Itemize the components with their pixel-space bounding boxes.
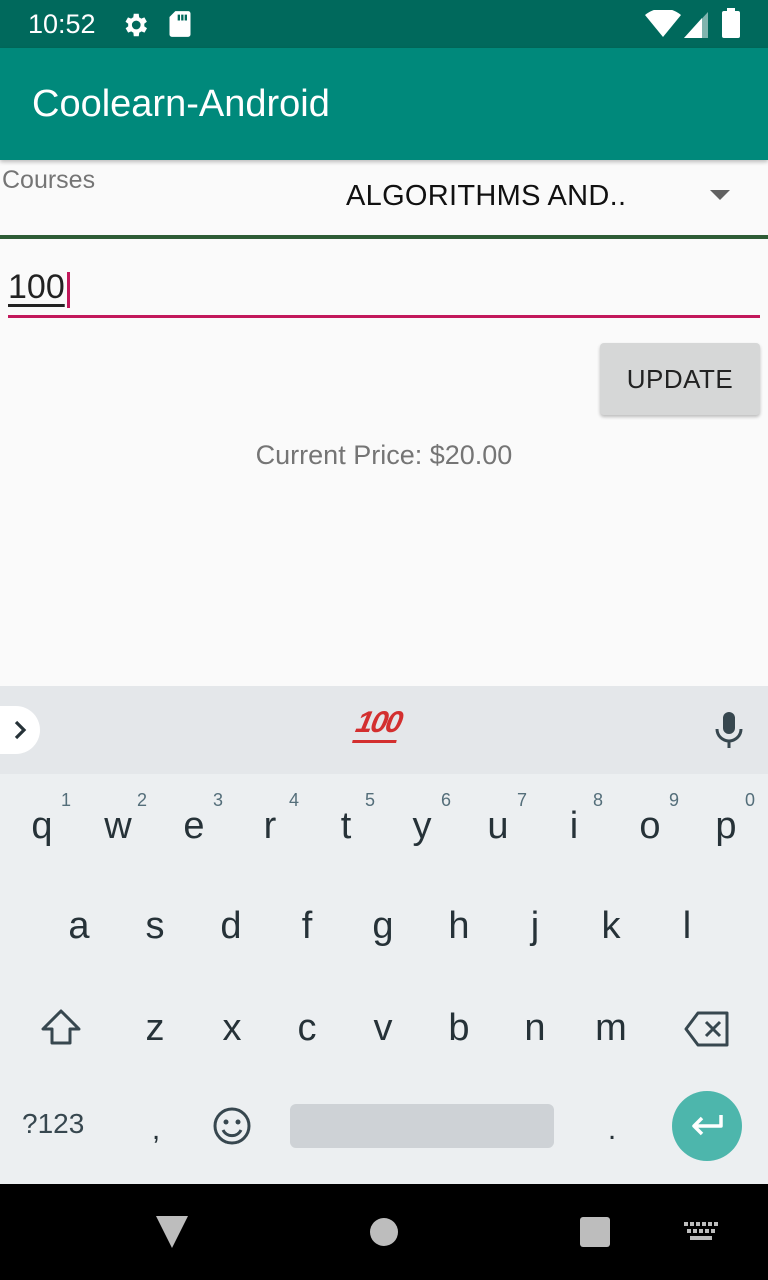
hundred-points-emoji-suggestion[interactable]: 100 — [352, 706, 404, 743]
key-hint-8: 8 — [592, 790, 603, 810]
microphone-icon[interactable] — [712, 710, 746, 750]
price-input[interactable]: 100 — [8, 258, 760, 318]
space-key[interactable] — [290, 1104, 554, 1148]
key-l[interactable]: l — [657, 902, 717, 950]
home-nav-icon[interactable] — [370, 1218, 398, 1246]
battery-icon — [722, 8, 740, 38]
key-z[interactable]: z — [125, 1004, 185, 1052]
key-k[interactable]: k — [581, 902, 641, 950]
current-price-text: Current Price: $20.00 — [255, 440, 513, 470]
key-hint-7: 7 — [516, 790, 527, 810]
emoji-suggestion-text: 100 — [352, 706, 404, 743]
key-x[interactable]: x — [202, 1004, 262, 1052]
selected-course[interactable]: ALGORITHMS AND.. — [346, 180, 626, 213]
key-s[interactable]: s — [125, 902, 185, 950]
key-hint-4: 4 — [288, 790, 299, 810]
settings-gear-icon — [125, 13, 147, 37]
key-hint-9: 9 — [668, 790, 679, 810]
enter-key[interactable] — [672, 1091, 742, 1161]
cellular-signal-icon — [684, 12, 708, 38]
app-title: Coolearn-Android — [32, 83, 330, 125]
key-m[interactable]: m — [581, 1004, 641, 1052]
key-f[interactable]: f — [277, 902, 337, 950]
key-b[interactable]: b — [429, 1004, 489, 1052]
key-hint-3: 3 — [212, 790, 223, 810]
key-hint-0: 0 — [744, 790, 755, 810]
key-a[interactable]: a — [49, 902, 109, 950]
recents-nav-icon[interactable] — [580, 1217, 610, 1247]
update-button[interactable]: UPDATE — [600, 343, 760, 415]
symbols-key[interactable]: ?123 — [22, 1108, 84, 1140]
back-nav-icon[interactable] — [156, 1216, 188, 1248]
key-v[interactable]: v — [353, 1004, 413, 1052]
keyboard-switch-icon[interactable] — [684, 1222, 718, 1242]
comma-key[interactable]: , — [126, 1106, 186, 1154]
emoji-key-icon[interactable] — [212, 1106, 252, 1146]
backspace-key-icon[interactable] — [684, 1010, 730, 1048]
status-time: 10:52 — [28, 9, 96, 39]
period-key[interactable]: . — [582, 1106, 642, 1154]
spinner-underline — [0, 235, 768, 239]
key-hint-1: 1 — [60, 790, 71, 810]
shift-key-icon[interactable] — [40, 1008, 82, 1048]
input-underline — [8, 315, 760, 318]
key-d[interactable]: d — [201, 902, 261, 950]
key-n[interactable]: n — [505, 1004, 565, 1052]
text-caret — [67, 272, 70, 308]
key-c[interactable]: c — [277, 1004, 337, 1052]
key-hint-2: 2 — [136, 790, 147, 810]
price-input-value[interactable]: 100 — [8, 268, 65, 307]
chevron-right-icon — [14, 720, 27, 740]
status-bar: 10:52 — [0, 0, 768, 48]
key-h[interactable]: h — [429, 902, 489, 950]
key-hint-5: 5 — [364, 790, 375, 810]
wifi-icon — [645, 10, 681, 37]
sd-card-icon — [169, 11, 191, 37]
enter-arrow-icon — [692, 1115, 723, 1136]
dropdown-arrow-icon[interactable] — [710, 190, 730, 200]
key-g[interactable]: g — [353, 902, 413, 950]
key-hint-6: 6 — [440, 790, 451, 810]
key-j[interactable]: j — [505, 902, 565, 950]
app-bar: Coolearn-Android — [0, 48, 768, 160]
